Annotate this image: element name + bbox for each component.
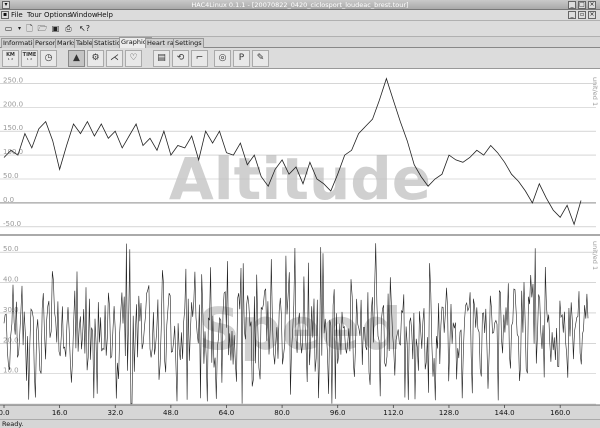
- altitude-mountain-icon[interactable]: ▲: [68, 50, 85, 67]
- altitude-y-tick-label: 250.0: [3, 76, 23, 84]
- altitude-y-tick-label: 50.0: [3, 172, 19, 180]
- print-icon[interactable]: ⎙: [63, 23, 74, 34]
- x-tick-label: 0.0: [0, 409, 10, 417]
- smooth-curve-icon[interactable]: ⟲: [172, 50, 189, 67]
- child-restore-icon[interactable]: ▫: [578, 11, 586, 19]
- tab-settings[interactable]: Settings: [173, 38, 204, 48]
- altitude-chart: Altitude250.0200.0150.0100.050.00.0-50.0…: [0, 69, 600, 236]
- menu-tour[interactable]: Tour: [27, 11, 42, 19]
- speed-y-tick-label: 50.0: [3, 245, 19, 253]
- title-bar[interactable]: ▾ HAC4Linux 0.1.1 - [20070822_0420_ciclo…: [0, 0, 600, 10]
- device-icon[interactable]: ▭: [3, 23, 14, 34]
- altitude-y-tick-label: 150.0: [3, 124, 23, 132]
- x-tick-label: 32.0: [107, 409, 123, 417]
- speed-series-line: [3, 243, 589, 405]
- menu-file[interactable]: File: [11, 11, 23, 19]
- x-tick-label: 48.0: [163, 409, 179, 417]
- x-tick-label: 64.0: [219, 409, 235, 417]
- window-title: HAC4Linux 0.1.1 - [20070822_0420_ciclosp…: [191, 1, 409, 9]
- heart-icon[interactable]: ♡: [125, 50, 142, 67]
- speed-chart: Speed50.040.030.020.010.0unit/ed 1: [0, 241, 599, 405]
- pen-icon[interactable]: ✎: [252, 50, 269, 67]
- target-icon[interactable]: ◎: [214, 50, 231, 67]
- clock-icon[interactable]: ◷: [40, 50, 57, 67]
- tab-bar: Information Person Marks Table Statistic…: [0, 37, 600, 48]
- speed-y-tick-label: 10.0: [3, 367, 19, 375]
- close-icon[interactable]: ×: [588, 1, 596, 9]
- application-window: ▾ HAC4Linux 0.1.1 - [20070822_0420_ciclo…: [0, 0, 600, 428]
- slope-icon[interactable]: ⋌: [106, 50, 123, 67]
- x-tick-label: 128.0: [439, 409, 459, 417]
- menu-options[interactable]: Options: [44, 11, 71, 19]
- status-text: Ready.: [2, 420, 24, 428]
- status-bar: Ready.: [0, 419, 600, 428]
- x-tick-label: 144.0: [495, 409, 515, 417]
- altitude-y-tick-label: -50.0: [3, 220, 21, 228]
- x-tick-label: 160.0: [550, 409, 570, 417]
- time-label: TIME: [22, 52, 37, 58]
- km-label: KM: [6, 52, 15, 58]
- save-icon[interactable]: ▣: [50, 23, 61, 34]
- km-axis-button[interactable]: KM ¹ ²: [2, 50, 19, 67]
- menu-bar: ▪ File Tour Options Window Help _ ▫ ×: [0, 10, 600, 21]
- menu-help[interactable]: Help: [97, 11, 113, 19]
- speed-y-tick-label: 40.0: [3, 276, 19, 284]
- x-tick-label: 80.0: [274, 409, 290, 417]
- menu-window[interactable]: Window: [70, 11, 98, 19]
- x-tick-label: 16.0: [52, 409, 68, 417]
- altitude-y-tick-label: 200.0: [3, 100, 23, 108]
- whats-this-help-icon[interactable]: ↖?: [79, 23, 90, 34]
- main-toolbar: ▭ ▾ 🗋 🗁 ▣ ⎙ ↖?: [0, 21, 600, 37]
- altitude-y-tick-label: 0.0: [3, 196, 14, 204]
- new-file-icon[interactable]: 🗋: [24, 23, 35, 34]
- chart-canvas[interactable]: Altitude250.0200.0150.0100.050.00.0-50.0…: [0, 69, 600, 419]
- child-minimize-icon[interactable]: _: [568, 11, 576, 19]
- document-menu-icon[interactable]: ▪: [1, 11, 9, 19]
- speed-side-label: unit/ed 1: [591, 241, 599, 270]
- time-axis-button[interactable]: TIME ¹ ²: [21, 50, 38, 67]
- graphics-toolbar: KM ¹ ² TIME ¹ ² ◷ ▲ ⚙ ⋌ ♡ ▤ ⟲ ⌐ ◎ P ✎: [0, 48, 600, 69]
- x-tick-label: 96.0: [330, 409, 346, 417]
- graphics-panel[interactable]: Altitude 250.0 200.0 150.0 100.0 50.0 0.0 -50.0…: [0, 69, 600, 419]
- minimize-icon[interactable]: _: [568, 1, 576, 9]
- p-button[interactable]: P: [233, 50, 250, 67]
- axis-scale-icon[interactable]: ⌐: [191, 50, 208, 67]
- speed-cyclist-icon[interactable]: ⚙: [87, 50, 104, 67]
- x-tick-label: 112.0: [383, 409, 403, 417]
- child-close-icon[interactable]: ×: [588, 11, 596, 19]
- open-folder-icon[interactable]: 🗁: [37, 23, 48, 34]
- x-axis: 0.0 16.0 32.0 48.0 64.0 80.0 96.0 112.0 128.0 144…: [0, 404, 600, 419]
- zoom-spline-icon[interactable]: ▤: [153, 50, 170, 67]
- maximize-icon[interactable]: □: [578, 1, 586, 9]
- altitude-side-label: unit/ed 1: [591, 77, 599, 106]
